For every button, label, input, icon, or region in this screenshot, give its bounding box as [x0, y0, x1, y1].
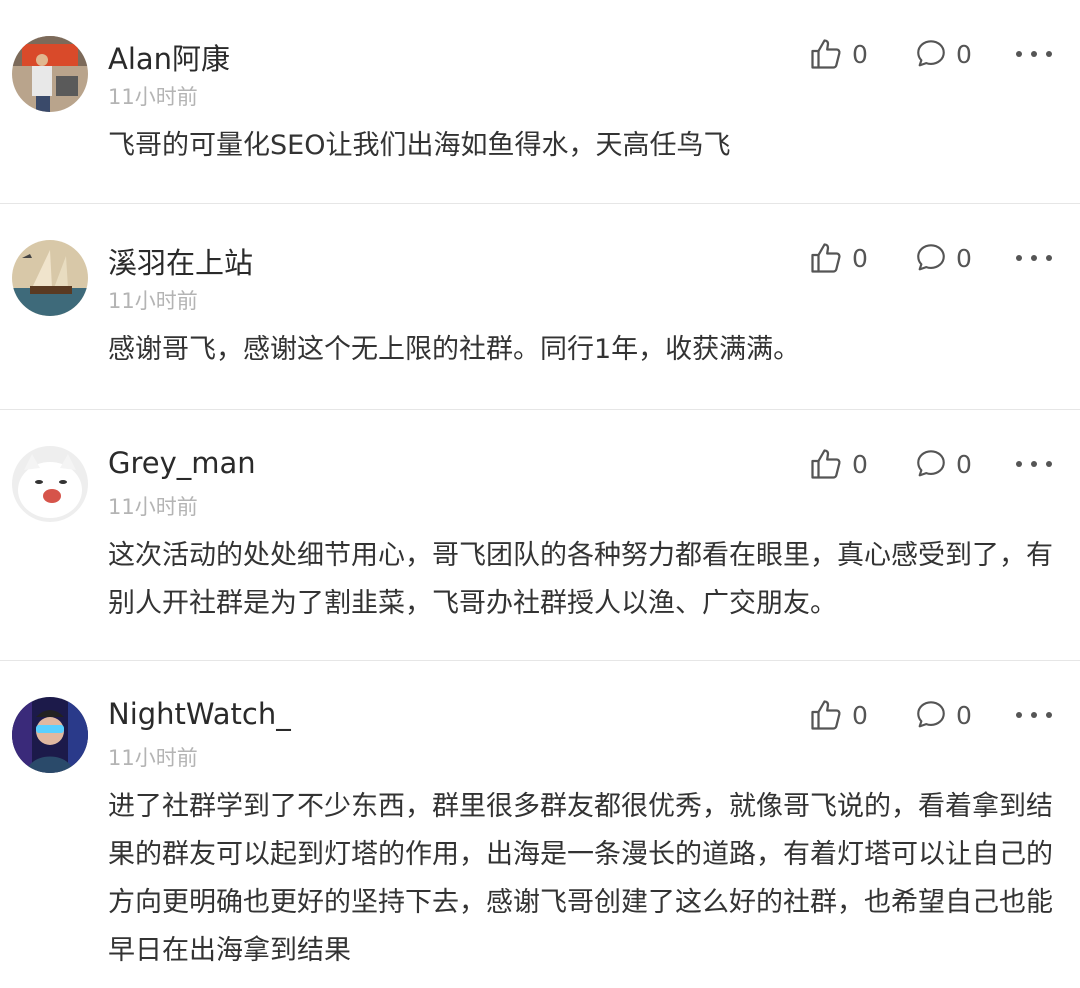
speech-bubble-icon — [917, 450, 945, 477]
timestamp: 11小时前 — [108, 495, 198, 519]
comment-text: 这次活动的处处细节用心，哥飞团队的各种努力都看在眼里，真心感受到了，有别人开社群… — [108, 540, 1053, 619]
like-button[interactable]: 0 — [808, 446, 868, 482]
reply-count: 0 — [956, 39, 972, 69]
more-dots-icon[interactable] — [1016, 248, 1052, 268]
comment-item: 溪羽在上站 11小时前 0 0 感谢哥飞，感谢这个无上限的社群。同行1年，收获满… — [0, 204, 1080, 410]
reply-button[interactable]: 0 — [914, 698, 974, 732]
username[interactable]: Alan阿康 — [108, 36, 230, 78]
comment-actions: 0 0 — [808, 697, 1052, 733]
reply-button[interactable]: 0 — [914, 447, 974, 481]
speech-bubble-icon — [917, 244, 945, 271]
like-count: 0 — [852, 449, 868, 479]
thumbs-up-icon — [811, 39, 841, 69]
reply-count: 0 — [956, 243, 972, 273]
avatar[interactable] — [12, 36, 88, 112]
reply-count: 0 — [956, 449, 972, 479]
speech-bubble-icon — [917, 701, 945, 728]
comment-actions: 0 0 — [808, 36, 1052, 72]
timestamp: 11小时前 — [108, 289, 198, 313]
reply-count: 0 — [956, 700, 972, 730]
username[interactable]: 溪羽在上站 — [108, 240, 253, 282]
more-dots-icon[interactable] — [1016, 44, 1052, 64]
comment-text: 飞哥的可量化SEO让我们出海如鱼得水，天高任鸟飞 — [108, 130, 731, 161]
comment-item: NightWatch_ 11小时前 0 0 进了社群学到了不少东西，群里很多群友… — [0, 661, 1080, 988]
comment-text: 感谢哥飞，感谢这个无上限的社群。同行1年，收获满满。 — [108, 334, 801, 365]
thumbs-up-icon — [811, 700, 841, 730]
comment-item: Alan阿康 11小时前 0 0 飞哥的可量化SEO让我们出海如鱼得水，天高任鸟… — [0, 0, 1080, 204]
avatar[interactable] — [12, 697, 88, 773]
comment-actions: 0 0 — [808, 446, 1052, 482]
avatar[interactable] — [12, 240, 88, 316]
reply-button[interactable]: 0 — [914, 241, 974, 275]
username[interactable]: NightWatch_ — [108, 697, 291, 731]
like-button[interactable]: 0 — [808, 240, 868, 276]
thumbs-up-icon — [811, 449, 841, 479]
more-dots-icon[interactable] — [1016, 705, 1052, 725]
thumbs-up-icon — [811, 243, 841, 273]
comment-text: 进了社群学到了不少东西，群里很多群友都很优秀，就像哥飞说的，看着拿到结果的群友可… — [108, 791, 1053, 966]
like-button[interactable]: 0 — [808, 36, 868, 72]
avatar[interactable] — [12, 446, 88, 522]
more-dots-icon[interactable] — [1016, 454, 1052, 474]
like-button[interactable]: 0 — [808, 697, 868, 733]
like-count: 0 — [852, 243, 868, 273]
comment-actions: 0 0 — [808, 240, 1052, 276]
timestamp: 11小时前 — [108, 85, 198, 109]
like-count: 0 — [852, 39, 868, 69]
reply-button[interactable]: 0 — [914, 37, 974, 71]
comment-item: Grey_man 11小时前 0 0 这次活动的处处细节用心，哥飞团队的各种努力… — [0, 410, 1080, 661]
username[interactable]: Grey_man — [108, 446, 256, 480]
speech-bubble-icon — [917, 40, 945, 67]
timestamp: 11小时前 — [108, 746, 198, 770]
like-count: 0 — [852, 700, 868, 730]
